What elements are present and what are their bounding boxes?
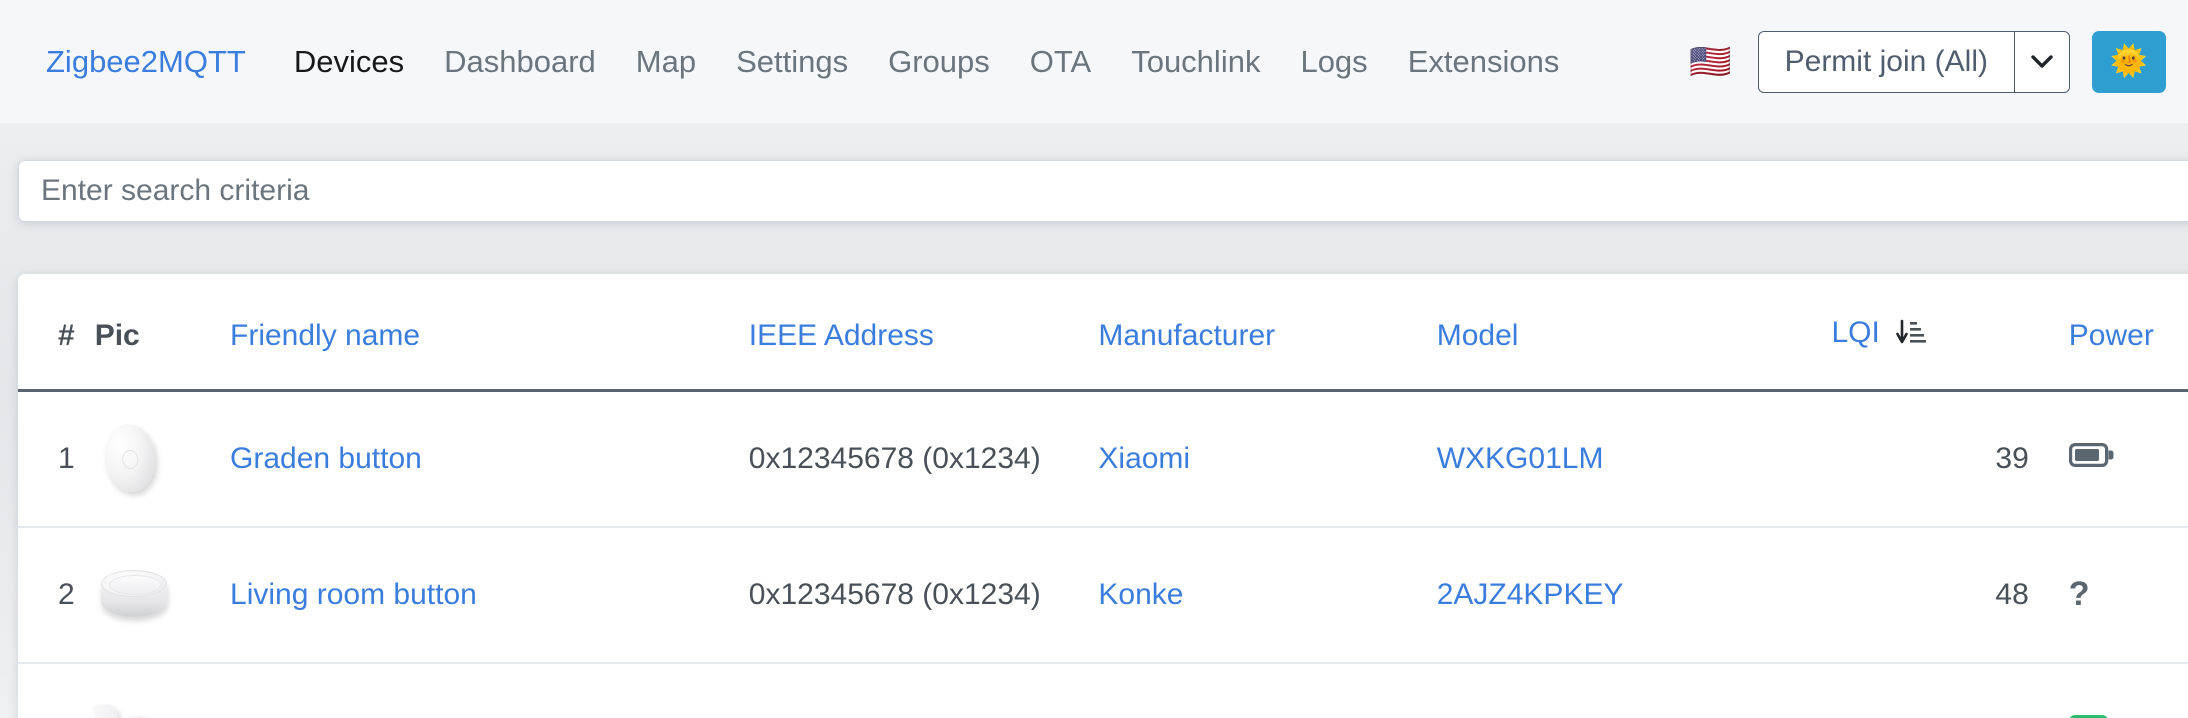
cell-lqi: 51 — [1831, 663, 2028, 718]
header-index-label: # — [58, 319, 75, 352]
nav-link-map[interactable]: Map — [616, 44, 716, 80]
konke-round-button-image — [95, 558, 175, 632]
cell-friendly-name[interactable]: Graden button — [230, 391, 749, 528]
header-power[interactable]: Power — [2029, 274, 2188, 391]
battery-icon — [2069, 714, 2115, 718]
cell-ieee-address: 0x12345678 (0x1234) — [749, 527, 1099, 663]
cell-index: 2 — [18, 527, 95, 663]
top-navbar: Zigbee2MQTT Devices Dashboard Map Settin… — [0, 0, 2188, 123]
cell-power: ? — [2029, 527, 2188, 663]
cell-manufacturer[interactable]: Konke — [1098, 527, 1436, 663]
cell-ieee-address: 0x12345678 (0x1234) — [749, 391, 1099, 528]
cell-power — [2029, 391, 2188, 528]
nav-link-touchlink[interactable]: Touchlink — [1111, 44, 1280, 80]
sonoff-door-sensor-image — [95, 694, 175, 718]
search-card — [18, 160, 2188, 222]
header-pic: Pic — [95, 274, 230, 391]
cell-manufacturer[interactable]: SONOFF — [1098, 663, 1436, 718]
cell-index: 3 — [18, 663, 95, 718]
nav-link-settings[interactable]: Settings — [716, 44, 868, 80]
header-manufacturer-label[interactable]: Manufacturer — [1098, 319, 1275, 352]
nav-link-extensions[interactable]: Extensions — [1388, 44, 1580, 80]
main-nav: Devices Dashboard Map Settings Groups OT… — [274, 44, 1579, 80]
permit-join-dropdown-toggle[interactable] — [2014, 31, 2070, 93]
brand-link[interactable]: Zigbee2MQTT — [46, 44, 246, 80]
sun-icon: 🌞 — [2110, 47, 2147, 77]
manufacturer-link[interactable]: SONOFF — [1098, 714, 1223, 718]
header-model[interactable]: Model — [1437, 274, 1832, 391]
devices-table-body: 1 Graden button 0x12345678 (0x1234) Xiao… — [18, 391, 2188, 718]
cell-ieee-address: 0x12345678 (0x1234) — [749, 663, 1099, 718]
cell-lqi: 39 — [1831, 391, 2028, 528]
table-row[interactable]: 1 Graden button 0x12345678 (0x1234) Xiao… — [18, 391, 2188, 528]
cell-friendly-name[interactable]: Living room button — [230, 527, 749, 663]
page-content: # Pic Friendly name IEEE Address Manufac… — [0, 123, 2188, 718]
search-input[interactable] — [18, 160, 2188, 222]
cell-index: 1 — [18, 391, 95, 528]
header-lqi[interactable]: LQI — [1831, 274, 2028, 391]
header-model-label[interactable]: Model — [1437, 319, 1519, 352]
devices-table: # Pic Friendly name IEEE Address Manufac… — [18, 274, 2188, 718]
permit-join-button[interactable]: Permit join (All) — [1758, 31, 2014, 93]
cell-manufacturer[interactable]: Xiaomi — [1098, 391, 1436, 528]
battery-icon — [2069, 442, 2115, 475]
model-link[interactable]: SNZB-04 — [1437, 714, 1560, 718]
header-power-label[interactable]: Power — [2069, 319, 2154, 352]
cell-pic — [95, 527, 230, 663]
cell-friendly-name[interactable]: Bedroom door sensor — [230, 663, 749, 718]
theme-toggle-button[interactable]: 🌞 — [2092, 31, 2166, 93]
header-friendly-name-label[interactable]: Friendly name — [230, 319, 420, 352]
nav-link-groups[interactable]: Groups — [868, 44, 1010, 80]
question-mark-icon: ? — [2069, 575, 2090, 613]
cell-model[interactable]: SNZB-04 — [1437, 663, 1832, 718]
us-flag-icon[interactable]: 🇺🇸 — [1689, 45, 1731, 79]
permit-join-button-group: Permit join (All) — [1758, 31, 2070, 93]
header-pic-label: Pic — [95, 319, 140, 352]
nav-link-dashboard[interactable]: Dashboard — [424, 44, 616, 80]
device-link[interactable]: Bedroom door sensor — [230, 714, 519, 718]
cell-power — [2029, 663, 2188, 718]
table-row[interactable]: 2 Living room button 0x12345678 (0x1234)… — [18, 527, 2188, 663]
cell-model[interactable]: 2AJZ4KPKEY — [1437, 527, 1832, 663]
header-friendly-name[interactable]: Friendly name — [230, 274, 749, 391]
xiaomi-round-button-image — [95, 422, 175, 496]
header-ieee-address[interactable]: IEEE Address — [749, 274, 1099, 391]
device-link[interactable]: Living room button — [230, 578, 477, 611]
chevron-down-icon — [2031, 55, 2053, 69]
header-ieee-address-label[interactable]: IEEE Address — [749, 319, 934, 352]
model-link[interactable]: WXKG01LM — [1437, 442, 1604, 475]
manufacturer-link[interactable]: Xiaomi — [1098, 442, 1190, 475]
model-link[interactable]: 2AJZ4KPKEY — [1437, 578, 1624, 611]
cell-lqi: 48 — [1831, 527, 2028, 663]
header-lqi-label[interactable]: LQI — [1831, 316, 1879, 349]
sort-amount-asc-icon[interactable] — [1896, 319, 1926, 353]
nav-link-devices[interactable]: Devices — [274, 44, 424, 80]
devices-table-header: # Pic Friendly name IEEE Address Manufac… — [18, 274, 2188, 391]
header-index: # — [18, 274, 95, 391]
manufacturer-link[interactable]: Konke — [1098, 578, 1183, 611]
devices-table-card: # Pic Friendly name IEEE Address Manufac… — [18, 274, 2188, 718]
cell-pic — [95, 391, 230, 528]
table-header-row: # Pic Friendly name IEEE Address Manufac… — [18, 274, 2188, 391]
device-link[interactable]: Graden button — [230, 442, 422, 475]
nav-link-ota[interactable]: OTA — [1010, 44, 1111, 80]
cell-pic — [95, 663, 230, 718]
header-manufacturer[interactable]: Manufacturer — [1098, 274, 1436, 391]
table-row[interactable]: 3 Bedroom door sensor 0x12345678 (0x1234… — [18, 663, 2188, 718]
cell-model[interactable]: WXKG01LM — [1437, 391, 1832, 528]
nav-link-logs[interactable]: Logs — [1280, 44, 1387, 80]
navbar-actions: 🇺🇸 Permit join (All) 🌞 — [1689, 31, 2166, 93]
